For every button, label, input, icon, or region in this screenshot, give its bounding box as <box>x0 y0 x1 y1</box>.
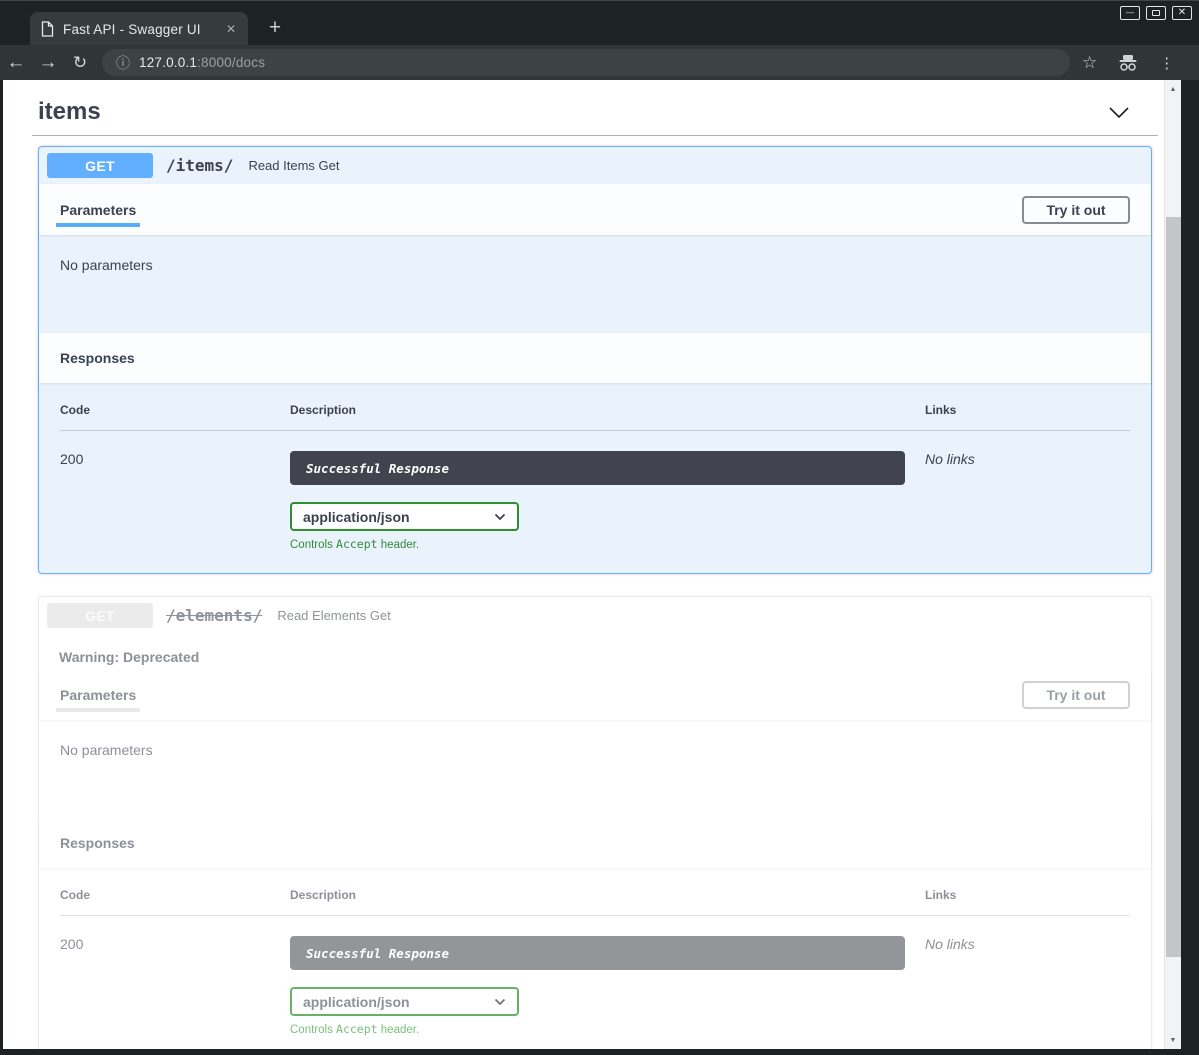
titlebar: Fast API - Swagger UI ✕ + — ✕ <box>0 0 1199 45</box>
reload-button[interactable]: ↻ <box>64 54 96 71</box>
accept-header-message: Controls Accept header. <box>290 537 925 551</box>
select-chevron-icon <box>494 998 506 1006</box>
column-links: Links <box>925 403 1130 417</box>
media-type-value: application/json <box>303 994 410 1010</box>
parameters-header: Parameters Try it out <box>39 669 1151 720</box>
response-description-cell: Successful Response application/json Con… <box>290 451 925 551</box>
response-links: No links <box>925 936 1130 1036</box>
no-parameters-text: No parameters <box>39 720 1151 818</box>
responses-table-header: Code Description Links <box>60 888 1130 916</box>
site-info-icon[interactable]: ⓘ <box>116 53 130 73</box>
responses-title: Responses <box>60 835 135 851</box>
try-it-out-button[interactable]: Try it out <box>1022 196 1130 224</box>
accept-msg-code: Accept <box>336 1022 378 1036</box>
accept-msg-post: header. <box>378 1024 420 1036</box>
tab-title: Fast API - Swagger UI <box>63 22 222 37</box>
accept-msg-code: Accept <box>336 537 378 551</box>
column-links: Links <box>925 888 1130 902</box>
minimize-button[interactable]: — <box>1120 6 1140 20</box>
try-it-out-button[interactable]: Try it out <box>1022 681 1130 709</box>
responses-header: Responses <box>39 333 1151 383</box>
operation-summary-text: Read Items Get <box>248 158 339 173</box>
operation-summary[interactable]: GET /items/ Read Items Get <box>39 147 1151 184</box>
operation-summary[interactable]: GET /elements/ Read Elements Get <box>39 597 1151 634</box>
deprecated-warning: Warning: Deprecated <box>39 634 1151 669</box>
accept-header-message: Controls Accept header. <box>290 1022 925 1036</box>
maximize-icon <box>1152 10 1160 16</box>
response-description-box: Successful Response <box>290 936 905 970</box>
responses-header: Responses <box>39 818 1151 868</box>
page-favicon-icon <box>41 21 54 37</box>
url-path: :8000/docs <box>197 55 265 70</box>
column-description: Description <box>290 403 925 417</box>
responses-title: Responses <box>60 350 135 366</box>
url-text: 127.0.0.1:8000/docs <box>139 55 265 70</box>
column-description: Description <box>290 888 925 902</box>
chevron-down-icon[interactable] <box>1108 106 1130 119</box>
method-badge: GET <box>47 153 153 178</box>
page-viewport: items GET /items/ Read Items Get Paramet… <box>3 80 1181 1049</box>
new-tab-button[interactable]: + <box>262 15 288 41</box>
opblock-get-items: GET /items/ Read Items Get Parameters Tr… <box>38 146 1152 574</box>
back-button[interactable]: ← <box>0 53 32 72</box>
responses-table: Code Description Links 200 Successful Re… <box>39 383 1151 573</box>
select-chevron-icon <box>494 513 506 521</box>
operation-summary-text: Read Elements Get <box>277 608 390 623</box>
active-tab-underline <box>56 223 140 227</box>
active-tab-underline <box>56 708 140 712</box>
window-close-button[interactable]: ✕ <box>1172 6 1192 20</box>
scrollbar-thumb[interactable] <box>1166 217 1181 957</box>
response-description: Successful Response <box>306 946 449 961</box>
forward-button[interactable]: → <box>32 53 64 72</box>
tab-parameters[interactable]: Parameters <box>60 184 136 235</box>
media-type-select[interactable]: application/json <box>290 987 519 1016</box>
no-parameters-text: No parameters <box>39 235 1151 333</box>
response-description: Successful Response <box>306 461 449 476</box>
vertical-scrollbar[interactable]: ▲ ▼ <box>1164 80 1181 1049</box>
window-controls: — ✕ <box>1120 6 1192 20</box>
response-code: 200 <box>60 936 290 1036</box>
parameters-title: Parameters <box>60 687 136 703</box>
browser-tab[interactable]: Fast API - Swagger UI ✕ <box>30 12 248 46</box>
media-type-value: application/json <box>303 509 410 525</box>
tab-close-icon[interactable]: ✕ <box>222 20 240 38</box>
response-row: 200 Successful Response application/json <box>60 431 1130 551</box>
accept-msg-pre: Controls <box>290 539 336 551</box>
scroll-up-icon[interactable]: ▲ <box>1165 82 1181 96</box>
address-bar[interactable]: ⓘ 127.0.0.1:8000/docs <box>102 49 1070 76</box>
maximize-button[interactable] <box>1146 6 1166 20</box>
responses-table-header: Code Description Links <box>60 403 1130 431</box>
responses-table: Code Description Links 200 Successful Re… <box>39 868 1151 1049</box>
tab-parameters[interactable]: Parameters <box>60 669 136 720</box>
tag-title: items <box>38 98 101 126</box>
response-code: 200 <box>60 451 290 551</box>
tag-header-items[interactable]: items <box>32 88 1158 136</box>
response-links: No links <box>925 451 1130 551</box>
column-code: Code <box>60 403 290 417</box>
response-row: 200 Successful Response application/json <box>60 916 1130 1036</box>
incognito-icon <box>1117 55 1139 71</box>
scroll-down-icon[interactable]: ▼ <box>1165 1033 1181 1047</box>
browser-toolbar: ← → ↻ ⓘ 127.0.0.1:8000/docs ☆ ⋮ <box>0 45 1199 80</box>
bookmark-star-icon[interactable]: ☆ <box>1082 53 1097 73</box>
operation-path: /items/ <box>166 156 233 175</box>
response-description-box: Successful Response <box>290 451 905 485</box>
operation-path: /elements/ <box>166 606 262 625</box>
media-type-select[interactable]: application/json <box>290 502 519 531</box>
column-code: Code <box>60 888 290 902</box>
url-host: 127.0.0.1 <box>139 55 197 70</box>
parameters-header: Parameters Try it out <box>39 184 1151 235</box>
opblock-get-elements-deprecated: GET /elements/ Read Elements Get Warning… <box>38 596 1152 1049</box>
method-badge: GET <box>47 603 153 628</box>
accept-msg-pre: Controls <box>290 1024 336 1036</box>
browser-window: Fast API - Swagger UI ✕ + — ✕ ← → ↻ ⓘ 12… <box>0 0 1199 1055</box>
toolbar-right: ☆ ⋮ <box>1082 53 1174 73</box>
parameters-title: Parameters <box>60 202 136 218</box>
browser-menu-icon[interactable]: ⋮ <box>1159 54 1174 72</box>
response-description-cell: Successful Response application/json Con… <box>290 936 925 1036</box>
accept-msg-post: header. <box>378 539 420 551</box>
swagger-page: items GET /items/ Read Items Get Paramet… <box>3 80 1164 1049</box>
